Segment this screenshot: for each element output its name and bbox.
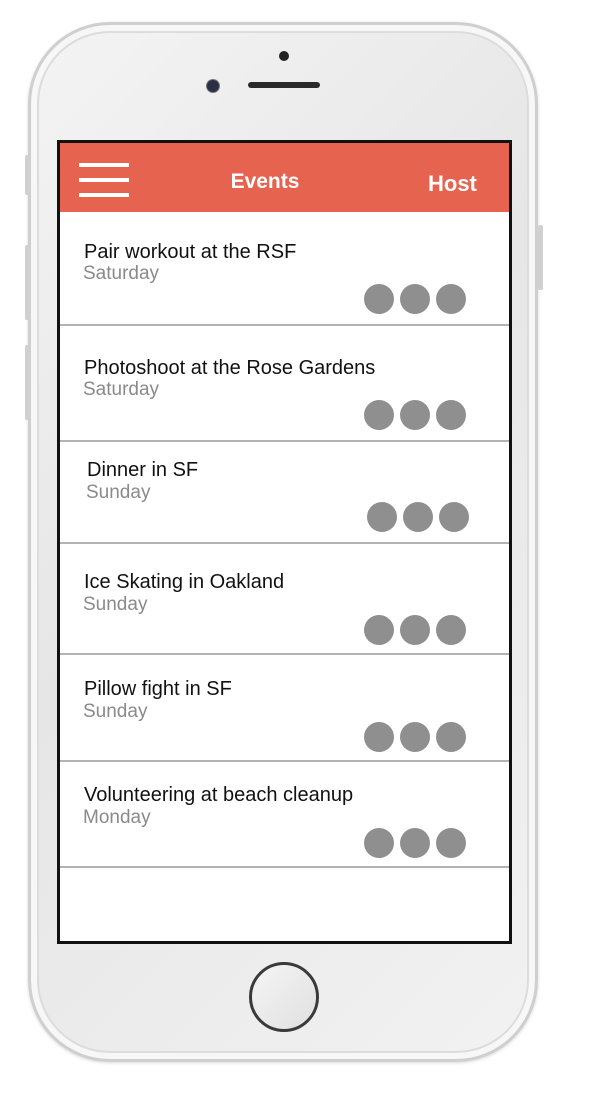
event-day: Sunday (83, 594, 148, 615)
attendee-avatars (364, 722, 474, 754)
event-day: Saturday (83, 263, 160, 284)
avatar (400, 722, 430, 752)
front-camera (207, 80, 219, 92)
app-header: Events Host (60, 143, 509, 212)
avatar (364, 828, 394, 858)
attendee-avatars (364, 284, 474, 316)
avatar (400, 284, 430, 314)
avatar (436, 284, 466, 314)
event-item[interactable]: Ice Skating in Oakland Sunday (60, 544, 509, 655)
event-item[interactable]: Photoshoot at the Rose Gardens Saturday (60, 326, 509, 442)
event-day: Saturday (83, 379, 160, 400)
avatar (364, 615, 394, 645)
proximity-sensor (279, 51, 289, 61)
event-title: Pillow fight in SF (84, 678, 232, 700)
home-button[interactable] (249, 962, 319, 1032)
event-day: Sunday (83, 701, 148, 722)
avatar (400, 615, 430, 645)
event-day: Monday (83, 807, 151, 828)
event-day: Sunday (86, 482, 151, 503)
avatar (439, 502, 469, 532)
avatar (364, 400, 394, 430)
avatar (400, 400, 430, 430)
event-item[interactable]: Dinner in SF Sunday (60, 442, 509, 544)
mute-switch (25, 155, 30, 195)
volume-down-button (25, 345, 30, 420)
event-title: Photoshoot at the Rose Gardens (84, 357, 376, 379)
avatar (436, 615, 466, 645)
earpiece-speaker (248, 82, 320, 88)
host-button[interactable]: Host (428, 171, 477, 197)
volume-up-button (25, 245, 30, 320)
attendee-avatars (364, 400, 474, 432)
avatar (367, 502, 397, 532)
avatar (364, 722, 394, 752)
app-screen: Events Host Pair workout at the RSF Satu… (57, 140, 512, 944)
attendee-avatars (367, 502, 477, 534)
event-item[interactable]: Pair workout at the RSF Saturday (60, 212, 509, 326)
hamburger-menu-icon[interactable] (79, 163, 129, 197)
event-title: Volunteering at beach cleanup (84, 784, 354, 806)
event-item[interactable]: Volunteering at beach cleanup Monday (60, 762, 509, 868)
event-item[interactable]: Pillow fight in SF Sunday (60, 655, 509, 762)
event-title: Pair workout at the RSF (84, 241, 297, 263)
avatar (436, 722, 466, 752)
avatar (400, 828, 430, 858)
avatar (436, 828, 466, 858)
event-title: Dinner in SF (87, 459, 199, 481)
avatar (364, 284, 394, 314)
avatar (436, 400, 466, 430)
event-title: Ice Skating in Oakland (84, 571, 285, 593)
attendee-avatars (364, 615, 474, 647)
avatar (403, 502, 433, 532)
power-button (538, 225, 543, 290)
divider (60, 866, 509, 868)
page-title: Events (230, 170, 300, 193)
attendee-avatars (364, 828, 474, 860)
